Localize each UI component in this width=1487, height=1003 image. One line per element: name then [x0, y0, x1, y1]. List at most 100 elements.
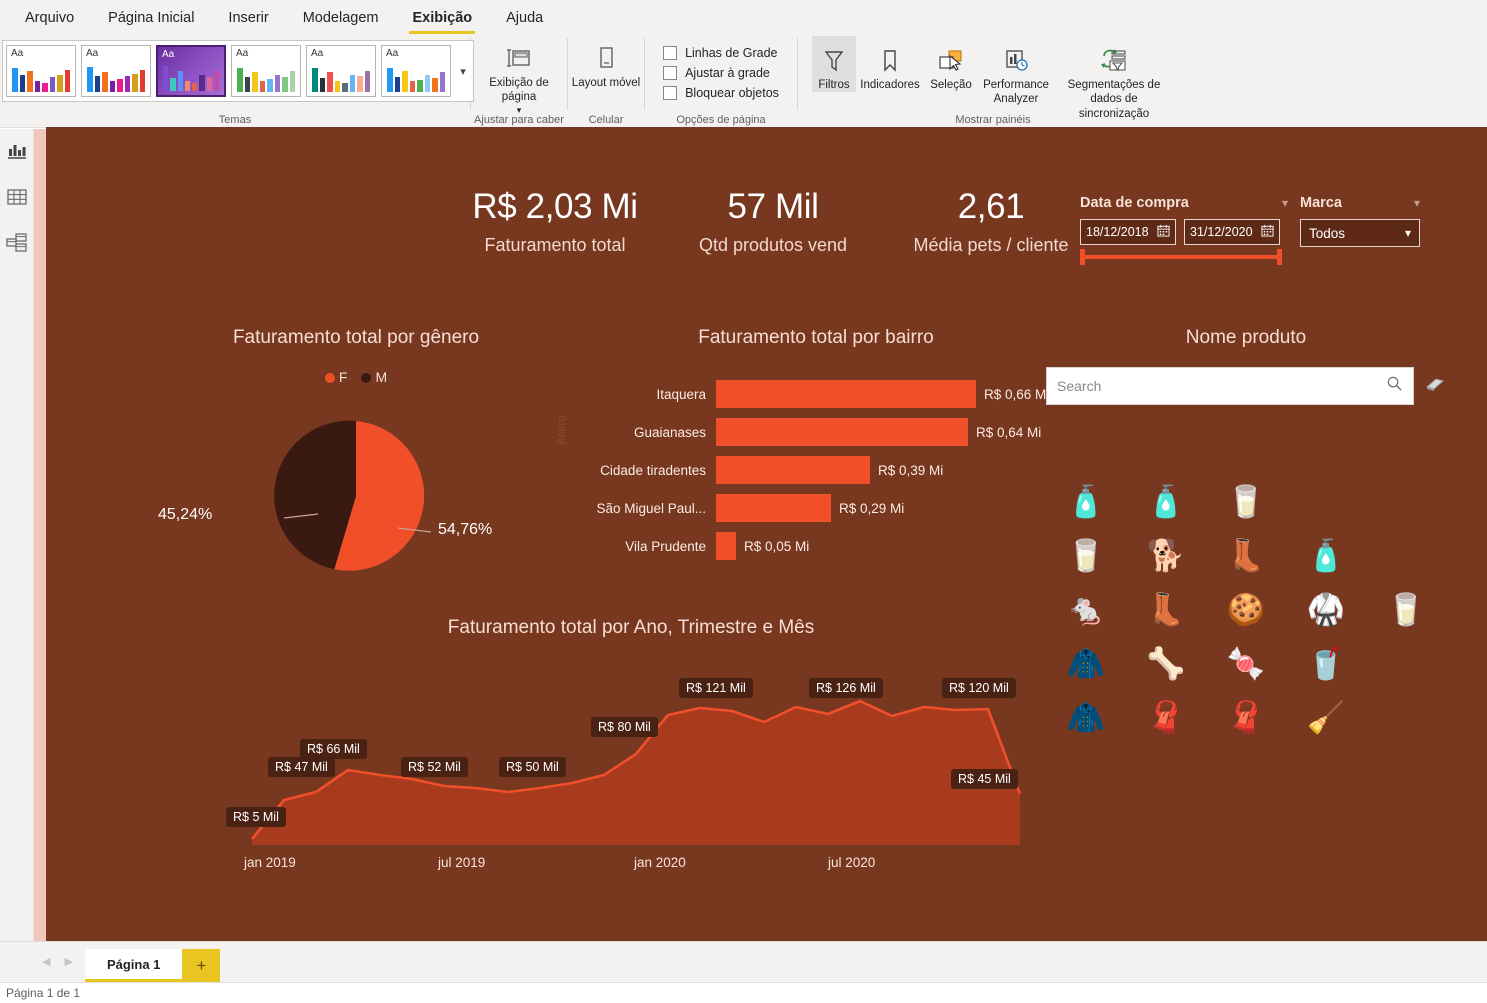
product-search-box[interactable]: Search	[1046, 367, 1414, 405]
theme-swatch-4[interactable]: Aa	[231, 45, 301, 97]
performance-analyzer-button[interactable]: Performance Analyzer	[978, 36, 1054, 107]
product-item[interactable]: 🧥	[1062, 693, 1110, 743]
bar-fill[interactable]	[716, 456, 870, 484]
date-range-slider[interactable]	[1080, 249, 1282, 265]
product-item[interactable]	[1382, 693, 1430, 743]
product-item[interactable]	[1382, 639, 1430, 689]
product-item[interactable]: 🧹	[1302, 693, 1350, 743]
bar-row-cidade-tiradentes[interactable]: Cidade tiradentes R$ 0,39 Mi	[556, 451, 1076, 489]
brand-dropdown[interactable]: Todos ▾	[1300, 219, 1420, 247]
product-item[interactable]: 🧣	[1142, 693, 1190, 743]
bookmarks-pane-button[interactable]: Indicadores	[856, 36, 924, 92]
page-tab-pagina-1[interactable]: Página 1	[84, 949, 183, 982]
product-item[interactable]: 🥛	[1382, 585, 1430, 635]
product-item[interactable]: 🐕	[1142, 531, 1190, 581]
ribbon-tab-exibicao[interactable]: Exibição	[395, 3, 489, 34]
ribbon-tab-modelagem[interactable]: Modelagem	[286, 3, 396, 32]
product-item[interactable]: 🧥	[1062, 639, 1110, 689]
add-page-button[interactable]: +	[182, 949, 221, 982]
page-next-arrow-icon[interactable]: ▶	[64, 955, 72, 968]
product-item[interactable]: 👢	[1142, 585, 1190, 635]
theme-swatch-3-selected[interactable]: Aa	[156, 45, 226, 97]
theme-swatch-5[interactable]: Aa	[306, 45, 376, 97]
data-view-icon[interactable]	[5, 185, 29, 209]
product-item[interactable]: 🍬	[1222, 639, 1270, 689]
legend-item-m[interactable]: M	[361, 369, 387, 385]
bar-row-sao-miguel[interactable]: São Miguel Paul... R$ 0,29 Mi	[556, 489, 1076, 527]
bar-row-itaquera[interactable]: Itaquera R$ 0,66 Mi	[556, 375, 1076, 413]
search-icon[interactable]	[1386, 375, 1403, 397]
theme-gallery[interactable]: Aa Aa Aa Aa Aa Aa ▾	[2, 40, 474, 102]
product-item[interactable]: 👢	[1222, 531, 1270, 581]
product-item[interactable]: 🧴	[1062, 477, 1110, 527]
bar-row-guaianases[interactable]: Guaianases R$ 0,64 Mi	[556, 413, 1076, 451]
product-item[interactable]	[1302, 477, 1350, 527]
report-view-icon[interactable]	[5, 139, 29, 163]
product-item[interactable]	[1382, 531, 1430, 581]
chevron-down-icon[interactable]: ▾	[1282, 196, 1288, 210]
bar-chart-bairro[interactable]: Faturamento total por bairro Bairro Itaq…	[556, 327, 1076, 565]
date-start-input[interactable]: 18/12/2018	[1080, 219, 1176, 245]
sync-slicers-button[interactable]: Segmentações de dados de sincronização	[1054, 36, 1174, 121]
theme-swatch-1[interactable]: Aa	[6, 45, 76, 97]
checkbox-lock-objects[interactable]: Bloquear objetos	[663, 86, 779, 100]
theme-swatch-6[interactable]: Aa	[381, 45, 451, 97]
chevron-down-icon[interactable]: ▾	[1405, 226, 1411, 240]
checkbox-snap-to-grid[interactable]: Ajustar à grade	[663, 66, 779, 80]
x-axis-tick: jul 2020	[828, 855, 876, 870]
bar-fill[interactable]	[716, 532, 736, 560]
range-handle-right[interactable]	[1277, 249, 1282, 265]
bar-category-label: Cidade tiradentes	[600, 462, 706, 478]
ribbon-body: Aa Aa Aa Aa Aa Aa ▾ Temas Exibição de pá…	[0, 34, 1487, 128]
clear-selection-eraser-icon[interactable]	[1424, 374, 1446, 399]
search-input[interactable]: Search	[1057, 378, 1101, 394]
product-item[interactable]: 🥤	[1302, 639, 1350, 689]
calendar-icon[interactable]	[1157, 224, 1170, 240]
date-end-input[interactable]: 31/12/2020	[1184, 219, 1280, 245]
brand-slicer[interactable]: Marca ▾ Todos ▾	[1300, 195, 1420, 247]
legend-item-f[interactable]: F	[324, 369, 347, 385]
mobile-layout-button[interactable]: Layout móvel	[571, 34, 641, 90]
bar-fill[interactable]	[716, 418, 968, 446]
ribbon-tab-ajuda[interactable]: Ajuda	[489, 3, 560, 32]
product-item[interactable]: 🍪	[1222, 585, 1270, 635]
range-handle-left[interactable]	[1080, 249, 1085, 265]
page-view-button[interactable]: Exibição de página ▾	[476, 34, 562, 116]
ribbon-tab-inserir[interactable]: Inserir	[211, 3, 285, 32]
product-item[interactable]	[1382, 477, 1430, 527]
kpi-card-faturamento[interactable]: R$ 2,03 Mi Faturamento total	[446, 187, 664, 256]
product-item[interactable]: 🧴	[1142, 477, 1190, 527]
legend-swatch-f	[324, 373, 335, 384]
checkbox-snap-to-grid-box[interactable]	[663, 66, 678, 80]
product-item[interactable]: 🥋	[1302, 585, 1350, 635]
bar-fill[interactable]	[716, 380, 976, 408]
calendar-icon[interactable]	[1261, 224, 1274, 240]
bar-fill[interactable]	[716, 494, 831, 522]
product-item[interactable]: 🥛	[1062, 531, 1110, 581]
ribbon-tab-pagina-inicial[interactable]: Página Inicial	[91, 3, 211, 32]
pie-chart-genero[interactable]: Faturamento total por gênero F M 45,24% …	[158, 327, 546, 586]
checkbox-gridlines-box[interactable]	[663, 46, 678, 60]
selection-pane-button[interactable]: Seleção	[924, 36, 978, 92]
theme-gallery-expand-icon[interactable]: ▾	[456, 42, 470, 100]
checkbox-lock-objects-box[interactable]	[663, 86, 678, 100]
product-slicer[interactable]: Nome produto Search 🧴 🧴 🥛 🥛 🐕 👢 🧴 🐁 👢 🍪 …	[1046, 327, 1446, 743]
bar-row-vila-prudente[interactable]: Vila Prudente R$ 0,05 Mi	[556, 527, 1076, 565]
model-view-icon[interactable]	[5, 231, 29, 255]
chevron-down-icon[interactable]: ▾	[1414, 196, 1420, 210]
date-slicer[interactable]: Data de compra ▾ 18/12/2018 31/12/2020	[1080, 195, 1288, 265]
page-prev-arrow-icon[interactable]: ◀	[42, 955, 50, 968]
ribbon-group-label-themes: Temas	[218, 114, 252, 126]
kpi-card-media-pets[interactable]: 2,61 Média pets / cliente	[882, 187, 1100, 256]
product-item[interactable]: 🧴	[1302, 531, 1350, 581]
product-item[interactable]: 🧣	[1222, 693, 1270, 743]
theme-swatch-2[interactable]: Aa	[81, 45, 151, 97]
kpi-card-qtd-produtos[interactable]: 57 Mil Qtd produtos vend	[664, 187, 882, 256]
filters-pane-button[interactable]: Filtros	[812, 36, 856, 93]
ribbon-tab-arquivo[interactable]: Arquivo	[8, 3, 91, 32]
product-item[interactable]: 🥛	[1222, 477, 1270, 527]
checkbox-gridlines[interactable]: Linhas de Grade	[663, 46, 779, 60]
product-item[interactable]: 🐁	[1062, 585, 1110, 635]
area-chart-faturamento-tempo[interactable]: Faturamento total por Ano, Trimestre e M…	[216, 617, 1046, 877]
product-item[interactable]: 🦴	[1142, 639, 1190, 689]
